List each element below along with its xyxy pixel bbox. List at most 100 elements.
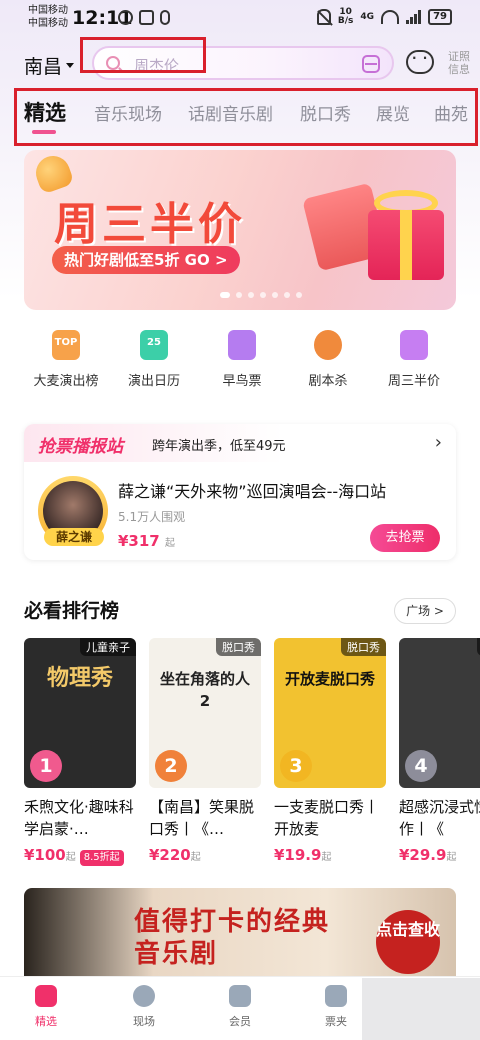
quick-nav-item-early-bird[interactable]: 早鸟票: [194, 330, 290, 389]
promo-text: 值得打卡的经典音乐剧: [134, 907, 331, 969]
gift-icon: [400, 330, 428, 360]
carousel-indicator: [220, 292, 302, 298]
poster-category-tag: 儿童亲子: [80, 638, 136, 656]
quick-nav-item-script-game[interactable]: 剧本杀: [280, 330, 376, 389]
nav-label: 现场: [133, 1015, 155, 1028]
status-notification-icons: [118, 10, 170, 25]
alarm-icon: [139, 10, 154, 25]
battery-indicator: 79: [428, 9, 452, 25]
wifi-icon: [381, 10, 400, 24]
carousel-dot: [272, 292, 278, 298]
rank-number: 3: [280, 750, 312, 782]
event-name: 【南昌】笑果脱口秀丨《…: [149, 798, 255, 838]
event-poster: 坐在角落的人2 脱口秀 2: [149, 638, 261, 788]
price-suffix: 起: [164, 538, 175, 549]
quick-nav-label: 演出日历: [127, 374, 180, 389]
musical-promo-banner[interactable]: 值得打卡的经典音乐剧 点击查收: [24, 888, 456, 978]
price-suffix: 起: [65, 852, 76, 863]
plaza-button[interactable]: 广场 >: [394, 598, 456, 624]
carousel-dot: [260, 292, 266, 298]
banner-title: 周三半价: [54, 199, 246, 250]
price-suffix: 起: [190, 852, 201, 863]
event-name: 禾煦文化·趣味科学启蒙·…: [24, 798, 134, 838]
net-speed: 10 B/s: [338, 8, 354, 26]
top-chart-icon-text: TOP: [54, 337, 78, 348]
ticket-wallet-icon: [325, 985, 347, 1007]
carousel-dot: [236, 292, 242, 298]
event-views: 5.1万人围观: [118, 510, 186, 524]
price-value: ¥19.9: [274, 846, 322, 864]
promo-badge[interactable]: 点击查收: [376, 910, 440, 974]
eye-icon: [118, 10, 133, 25]
carousel-dot: [248, 292, 254, 298]
license-info-link[interactable]: 证照信息: [448, 50, 478, 76]
highlight-box-tabs: [14, 88, 478, 146]
price-value: ¥220: [149, 846, 191, 864]
quick-nav-label: 剧本杀: [308, 374, 348, 389]
quick-nav-item-calendar[interactable]: 25 演出日历: [106, 330, 202, 389]
mute-icon: [316, 9, 331, 25]
ranking-card[interactable]: 物理秀 儿童亲子 1 禾煦文化·趣味科学启蒙·… ¥100起 8.5折起: [24, 638, 136, 866]
poster-art-text: 坐在角落的人2: [159, 670, 250, 710]
message-icon[interactable]: [406, 50, 434, 74]
calendar-icon: 25: [140, 330, 168, 360]
city-selector[interactable]: 南昌: [24, 52, 75, 79]
event-price: ¥29.9起: [399, 846, 480, 864]
quick-nav-item-half-price[interactable]: 周三半价: [366, 330, 462, 389]
ranking-card[interactable]: 娱乐4 超感沉浸式悚力作丨《 ¥29.9起: [399, 638, 480, 864]
carrier-label-1: 中国移动: [28, 5, 68, 16]
rank-number: 4: [405, 750, 437, 782]
grab-ticket-button[interactable]: 去抢票: [370, 524, 440, 552]
promo-carousel[interactable]: 周三半价 热门好剧低至5折 GO >: [24, 150, 456, 310]
ranking-card[interactable]: 坐在角落的人2 脱口秀 2 【南昌】笑果脱口秀丨《… ¥220起: [149, 638, 261, 864]
quick-nav-item-ranking[interactable]: TOP 大麦演出榜: [18, 330, 114, 389]
nav-label: 会员: [229, 1015, 251, 1028]
event-name: 一支麦脱口秀丨开放麦: [274, 798, 380, 838]
nav-label: 精选: [35, 1015, 57, 1028]
nav-item-live[interactable]: 现场: [114, 985, 174, 1029]
event-price: ¥317 起: [118, 532, 175, 550]
caret-down-icon: [66, 63, 75, 68]
nav-label: 票夹: [325, 1015, 347, 1028]
nav-item-ticket-wallet[interactable]: 票夹: [306, 985, 366, 1029]
rank-number: 2: [155, 750, 187, 782]
event-title: 薛之谦“天外来物”巡回演唱会--海口站: [118, 482, 387, 501]
live-icon: [133, 985, 155, 1007]
script-game-icon: [314, 330, 342, 360]
event-poster: 物理秀 儿童亲子 1: [24, 638, 136, 788]
banner-cta[interactable]: 热门好剧低至5折 GO >: [52, 246, 240, 274]
bluetooth-icon: [160, 10, 170, 25]
event-price: ¥19.9起: [274, 846, 386, 864]
ticket-station-logo: 抢票播报站: [38, 437, 123, 457]
status-bar: 中国移动 中国移动 12:11 10 B/s 4G 79: [0, 0, 480, 38]
quick-nav-label: 早鸟票: [222, 374, 262, 389]
poster-art-text: 物理秀: [46, 666, 113, 691]
top-chart-icon: TOP: [52, 330, 80, 360]
app-root: 中国移动 中国移动 12:11 10 B/s 4G 79 南昌 周杰伦 证照信: [0, 0, 480, 1040]
ticket-station-promo: 跨年演出季，低至49元: [152, 439, 286, 454]
calendar-icon-text: 25: [147, 337, 161, 348]
poster-category-tag: 脱口秀: [341, 638, 386, 656]
highlight-box-search: [80, 37, 206, 73]
price-value: ¥317: [118, 532, 160, 550]
carrier-label-2: 中国移动: [28, 18, 68, 29]
ticket-station-card[interactable]: 抢票播报站 跨年演出季，低至49元 › 薛之谦 薛之谦“天外来物”巡回演唱会--…: [24, 424, 456, 560]
event-price: ¥220起: [149, 846, 261, 864]
overlay-corner: [362, 978, 480, 1040]
poster-category-tag: 脱口秀: [216, 638, 261, 656]
vip-icon: [229, 985, 251, 1007]
price-value: ¥29.9: [399, 846, 447, 864]
carousel-dot: [296, 292, 302, 298]
nav-item-vip[interactable]: 会员: [210, 985, 270, 1029]
quick-nav: TOP 大麦演出榜 25 演出日历 早鸟票 剧本杀 周三半价: [0, 330, 480, 400]
ranking-card[interactable]: 开放麦脱口秀 脱口秀 3 一支麦脱口秀丨开放麦 ¥19.9起: [274, 638, 386, 864]
status-right: 10 B/s 4G 79: [316, 8, 452, 26]
carousel-dot: [220, 292, 230, 298]
scan-icon[interactable]: [362, 55, 380, 73]
nav-item-home[interactable]: 精选: [16, 985, 76, 1029]
network-type: 4G: [360, 11, 375, 22]
chevron-right-icon[interactable]: ›: [435, 432, 442, 453]
event-poster: 开放麦脱口秀 脱口秀 3: [274, 638, 386, 788]
event-name: 超感沉浸式悚力作丨《: [399, 798, 480, 838]
rank-number: 1: [30, 750, 62, 782]
